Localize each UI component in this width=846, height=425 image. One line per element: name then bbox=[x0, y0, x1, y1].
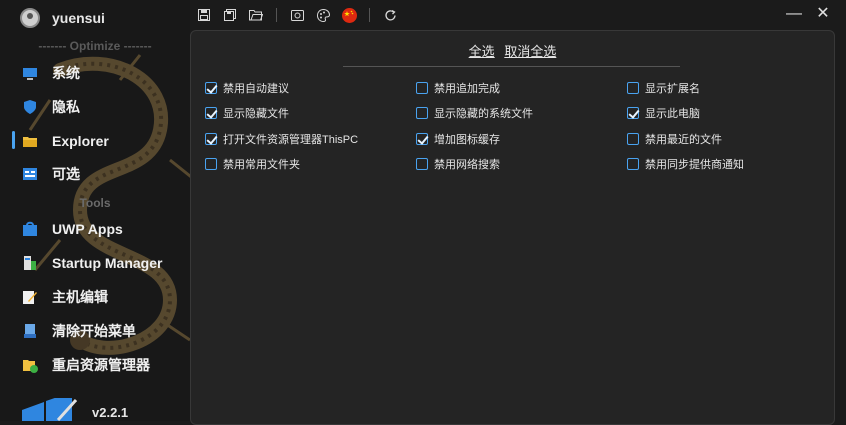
option-label: 禁用自动建议 bbox=[223, 83, 289, 95]
sidebar-item-privacy[interactable]: 隐私 bbox=[22, 96, 80, 118]
active-indicator bbox=[12, 131, 15, 149]
checkbox-unchecked[interactable] bbox=[627, 82, 639, 94]
checkbox-unchecked[interactable] bbox=[627, 158, 639, 170]
restart-icon bbox=[23, 360, 38, 373]
save-icon[interactable] bbox=[196, 7, 212, 23]
checkbox-unchecked[interactable] bbox=[416, 158, 428, 170]
option-label: 禁用网络搜索 bbox=[434, 159, 500, 171]
option-label: 显示扩展名 bbox=[645, 83, 700, 95]
checkbox-checked[interactable] bbox=[205, 133, 217, 145]
deselect-all-link[interactable]: 取消全选 bbox=[504, 44, 556, 59]
store-icon bbox=[23, 221, 37, 236]
sidebar: yuensui ------- Optimize ------- Tools 系… bbox=[0, 0, 190, 421]
option-checkbox-row[interactable]: 禁用最近的文件 bbox=[627, 131, 722, 147]
select-all-link[interactable]: 全选 bbox=[469, 44, 495, 59]
checkbox-checked[interactable] bbox=[416, 133, 428, 145]
app-logo-icon bbox=[22, 398, 77, 421]
selection-links: 全选 取消全选 bbox=[191, 41, 834, 60]
sidebar-item-hosts-editor[interactable]: 主机编辑 bbox=[22, 286, 108, 308]
option-checkbox-row[interactable]: 禁用网络搜索 bbox=[416, 156, 500, 172]
sidebar-item-label: 清除开始菜单 bbox=[52, 323, 136, 339]
close-button[interactable]: ✕ bbox=[812, 4, 834, 24]
monitor-icon bbox=[23, 68, 37, 80]
sidebar-item-label: Explorer bbox=[52, 133, 109, 149]
option-label: 显示隐藏的系统文件 bbox=[434, 108, 533, 120]
option-checkbox-row[interactable]: 打开文件资源管理器ThisPC bbox=[205, 131, 358, 147]
checkbox-checked[interactable] bbox=[627, 107, 639, 119]
option-label: 显示隐藏文件 bbox=[223, 108, 289, 120]
option-label: 禁用追加完成 bbox=[434, 83, 500, 95]
option-checkbox-row[interactable]: 显示隐藏文件 bbox=[205, 105, 289, 121]
user-profile[interactable]: yuensui bbox=[20, 8, 105, 28]
sidebar-item-label: 重启资源管理器 bbox=[52, 357, 150, 373]
option-checkbox-row[interactable]: 显示扩展名 bbox=[627, 80, 700, 96]
option-label: 显示此电脑 bbox=[645, 108, 700, 120]
section-optimize-header: ------- Optimize ------- bbox=[38, 39, 152, 53]
option-checkbox-row[interactable]: 增加图标缓存 bbox=[416, 131, 500, 147]
options-icon bbox=[23, 168, 37, 180]
sidebar-item-uwp-apps[interactable]: UWP Apps bbox=[22, 218, 123, 240]
avatar bbox=[20, 8, 40, 28]
option-checkbox-row[interactable]: 显示此电脑 bbox=[627, 105, 700, 121]
version-label: v2.2.1 bbox=[92, 405, 129, 420]
option-label: 禁用最近的文件 bbox=[645, 134, 722, 146]
sidebar-item-clear-start-menu[interactable]: 清除开始菜单 bbox=[22, 320, 136, 342]
checkbox-checked[interactable] bbox=[205, 107, 217, 119]
option-checkbox-row[interactable]: 禁用自动建议 bbox=[205, 80, 289, 96]
sidebar-item-restart-explorer[interactable]: 重启资源管理器 bbox=[22, 354, 150, 376]
folder-icon bbox=[23, 137, 37, 147]
china-flag-icon[interactable] bbox=[341, 7, 357, 23]
checkbox-unchecked[interactable] bbox=[627, 133, 639, 145]
checkbox-checked[interactable] bbox=[205, 82, 217, 94]
checkbox-unchecked[interactable] bbox=[205, 158, 217, 170]
checkbox-unchecked[interactable] bbox=[416, 107, 428, 119]
open-folder-icon[interactable] bbox=[248, 7, 264, 23]
startup-icon bbox=[24, 256, 36, 270]
checkbox-unchecked[interactable] bbox=[416, 82, 428, 94]
sidebar-item-label: 主机编辑 bbox=[52, 289, 108, 305]
toolbar-divider bbox=[369, 8, 370, 22]
user-name: yuensui bbox=[52, 10, 105, 26]
cleaner-icon bbox=[24, 324, 36, 338]
refresh-icon[interactable] bbox=[382, 7, 398, 23]
option-label: 打开文件资源管理器ThisPC bbox=[223, 134, 359, 146]
toolbar-divider bbox=[276, 8, 277, 22]
palette-icon[interactable] bbox=[315, 7, 331, 23]
sidebar-item-label: 系统 bbox=[52, 65, 80, 81]
explorer-options-panel: 全选 取消全选 禁用自动建议 禁用追加完成 显示扩展名显示隐藏文件 显示隐藏的系统文件… bbox=[190, 30, 835, 425]
sidebar-item-explorer[interactable]: Explorer bbox=[22, 130, 109, 152]
sidebar-item-startup-manager[interactable]: Startup Manager bbox=[22, 252, 162, 274]
option-checkbox-row[interactable]: 禁用常用文件夹 bbox=[205, 156, 300, 172]
option-checkbox-row[interactable]: 禁用追加完成 bbox=[416, 80, 500, 96]
sidebar-item-label: 可选 bbox=[52, 166, 80, 182]
shield-icon bbox=[24, 100, 36, 114]
sidebar-item-label: UWP Apps bbox=[52, 221, 123, 237]
minimize-button[interactable]: — bbox=[783, 4, 805, 24]
option-label: 禁用常用文件夹 bbox=[223, 159, 300, 171]
toolbar bbox=[196, 6, 398, 24]
sidebar-item-label: Startup Manager bbox=[52, 255, 163, 271]
option-checkbox-row[interactable]: 显示隐藏的系统文件 bbox=[416, 105, 533, 121]
save-all-icon[interactable] bbox=[222, 7, 238, 23]
sidebar-item-system[interactable]: 系统 bbox=[22, 62, 80, 84]
option-checkbox-row[interactable]: 禁用同步提供商通知 bbox=[627, 156, 744, 172]
section-tools-header: Tools bbox=[79, 196, 111, 210]
divider bbox=[343, 66, 680, 67]
edit-icon bbox=[23, 291, 37, 304]
sidebar-item-optional[interactable]: 可选 bbox=[22, 163, 80, 185]
option-label: 增加图标缓存 bbox=[434, 134, 500, 146]
option-label: 禁用同步提供商通知 bbox=[645, 159, 744, 171]
sidebar-item-label: 隐私 bbox=[52, 99, 80, 115]
screenshot-icon[interactable] bbox=[289, 7, 305, 23]
